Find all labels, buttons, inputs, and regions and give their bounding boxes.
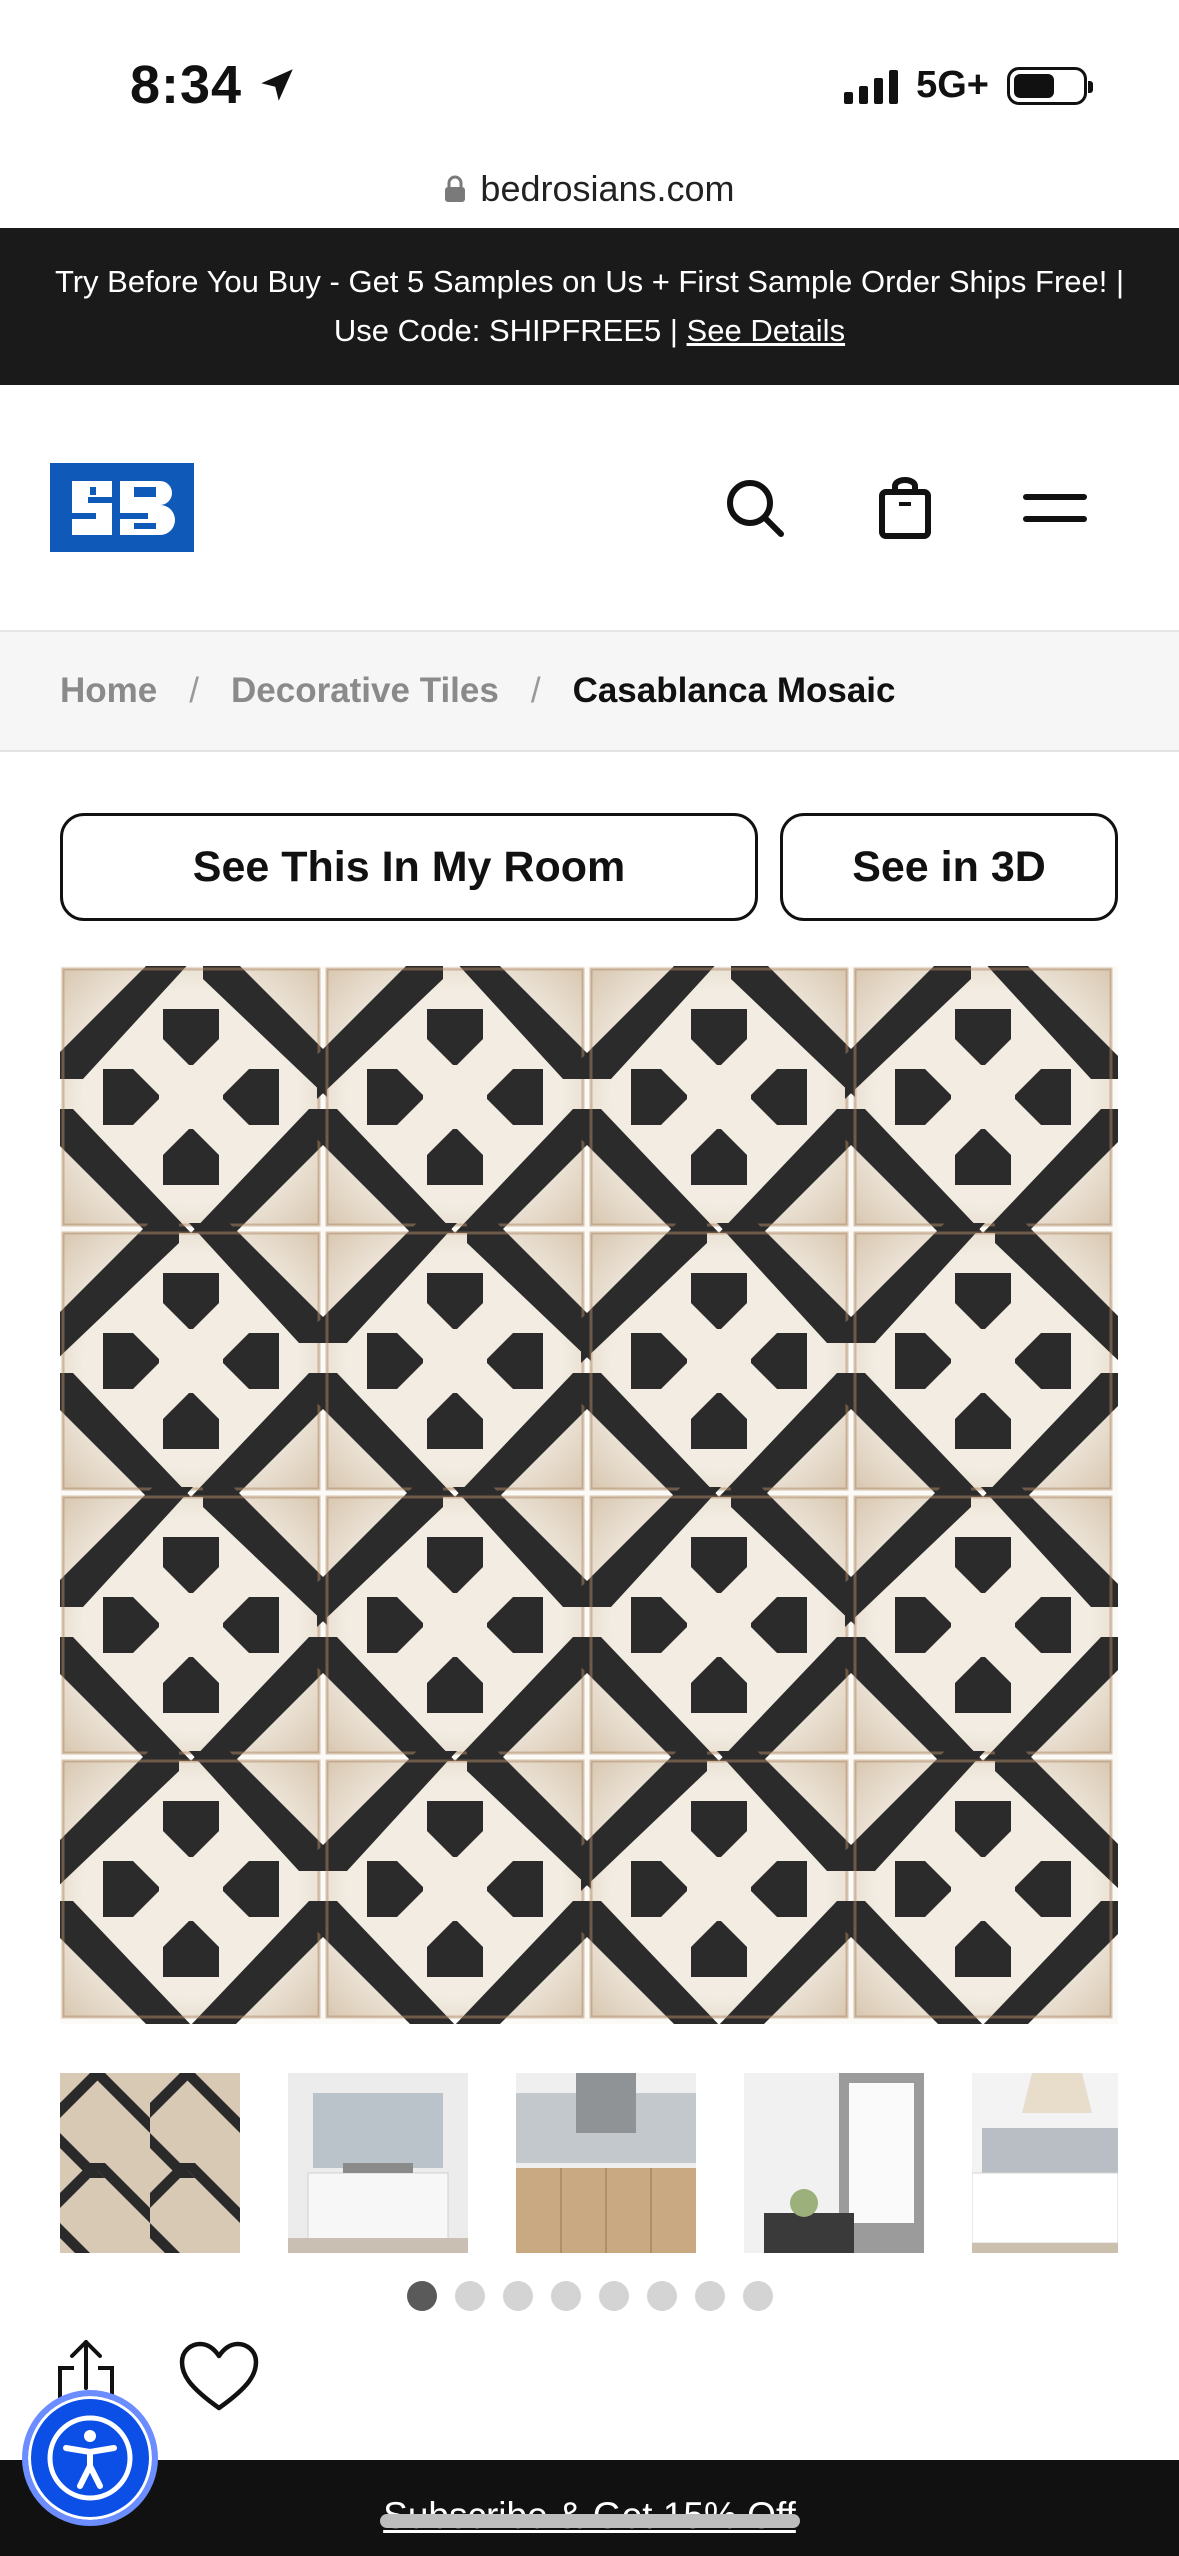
accessibility-icon [47,2415,133,2501]
lock-icon [445,175,466,202]
shopping-bag-icon[interactable] [870,473,940,543]
home-indicator [380,2514,800,2528]
thumbnail-pattern[interactable] [60,2073,240,2253]
promo-code-text: Use Code: SHIPFREE5 | [333,313,687,348]
breadcrumb: Home / Decorative Tiles / Casablanca Mos… [0,632,1179,752]
tile-motif [51,1221,331,1501]
see-details-link[interactable]: See Details [687,313,846,348]
tile-motif [579,1221,859,1501]
breadcrumb-separator: / [530,671,541,710]
tile-motif [579,1485,859,1765]
promo-banner: Try Before You Buy - Get 5 Samples on Us… [0,228,1179,385]
time-text: 8:34 [130,55,243,115]
tile-motif [51,1485,331,1765]
thumbnail-kitchen-2[interactable] [516,2073,696,2253]
see-in-3d-button[interactable]: See in 3D [780,813,1118,921]
tile-motif [51,1749,331,2029]
location-arrow-icon [261,69,293,101]
tile-motif [315,1485,595,1765]
accessibility-button[interactable] [22,2390,158,2526]
pagination-dot[interactable] [646,2281,677,2311]
tile-motif [579,1749,859,2029]
subscribe-bar[interactable]: Subscribe & Get 15% Off [0,2460,1179,2556]
browser-url-bar[interactable]: bedrosians.com [0,150,1179,228]
thumbnail-kitchen-3[interactable] [972,2073,1118,2253]
tile-motif [843,957,1123,1237]
menu-icon[interactable] [1020,473,1090,543]
see-in-my-room-button[interactable]: See This In My Room [60,813,758,921]
status-indicators: 5G+ [844,64,1093,107]
status-time: 8:34 [130,54,298,116]
thumbnail-bathroom[interactable] [744,2073,924,2253]
tile-motif [843,1485,1123,1765]
pagination-dot[interactable] [454,2281,485,2311]
search-icon[interactable] [720,473,790,543]
tile-motif [315,1221,595,1501]
favorite-heart-icon[interactable] [178,2340,260,2412]
promo-line-2: Use Code: SHIPFREE5 | See Details [0,306,1179,355]
gallery-pagination [0,2281,1179,2311]
product-main-image[interactable] [51,957,1123,2029]
tile-motif [579,957,859,1237]
breadcrumb-home[interactable]: Home [60,671,157,711]
pagination-dot[interactable] [550,2281,581,2311]
pagination-dot[interactable] [502,2281,533,2311]
bedrosians-logo[interactable] [50,463,194,552]
tile-motif [843,1221,1123,1501]
pagination-dot[interactable] [694,2281,725,2311]
tile-motif [843,1749,1123,2029]
tile-motif [315,957,595,1237]
network-type: 5G+ [916,64,989,106]
breadcrumb-separator: / [189,671,199,710]
status-bar: 8:34 5G+ [0,0,1179,150]
pagination-dot[interactable] [598,2281,629,2311]
thumbnail-kitchen-1[interactable] [288,2073,468,2253]
site-header [0,385,1179,632]
tile-motif [51,957,331,1237]
cellular-signal-icon [844,68,899,104]
battery-icon [1007,66,1093,105]
url-text: bedrosians.com [480,168,735,209]
breadcrumb-decorative-tiles[interactable]: Decorative Tiles [231,671,499,711]
pagination-dot[interactable] [742,2281,773,2311]
breadcrumb-current: Casablanca Mosaic [572,671,896,710]
tile-motif [315,1749,595,2029]
promo-line-1: Try Before You Buy - Get 5 Samples on Us… [54,264,1125,299]
pagination-dot[interactable] [406,2281,437,2311]
